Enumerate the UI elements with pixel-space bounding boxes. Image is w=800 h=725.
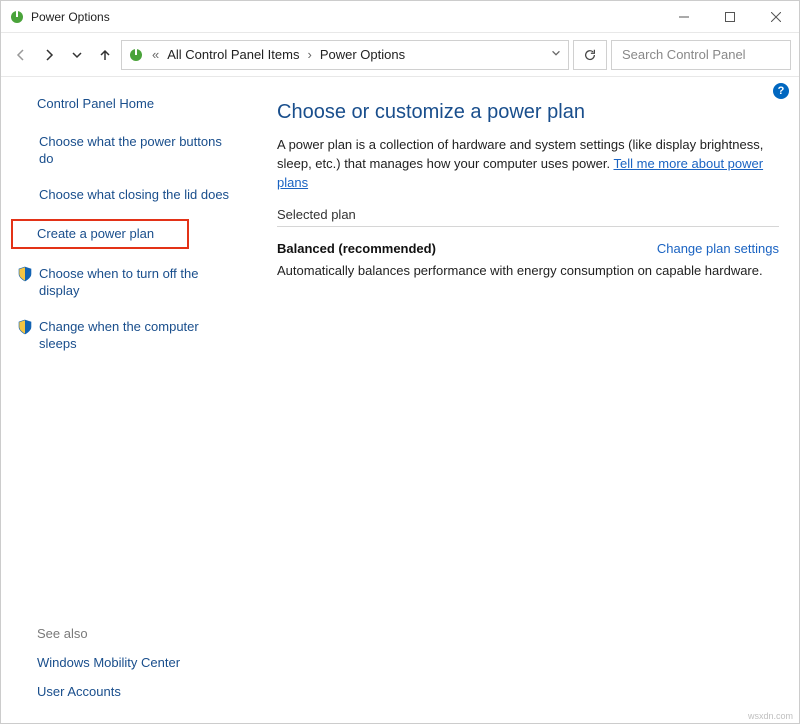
shield-icon [17, 319, 33, 335]
plan-description: Automatically balances performance with … [277, 262, 779, 281]
blank-icon [17, 134, 33, 150]
divider [277, 226, 779, 227]
close-button[interactable] [753, 1, 799, 33]
power-options-icon [128, 47, 144, 63]
plan-row: Balanced (recommended) Change plan setti… [277, 241, 779, 256]
breadcrumb-ellipsis[interactable]: « [148, 47, 163, 62]
see-also-heading: See also [37, 626, 239, 641]
shield-icon [17, 266, 33, 282]
sidebar-item-label: Create a power plan [37, 225, 185, 243]
sidebar-item-label: Choose what closing the lid does [39, 186, 237, 204]
minimize-button[interactable] [661, 1, 707, 33]
search-box[interactable] [611, 40, 791, 70]
page-heading: Choose or customize a power plan [277, 101, 779, 124]
sidebar-item-computer-sleeps[interactable]: Change when the computer sleeps [15, 316, 239, 355]
forward-button[interactable] [37, 41, 61, 69]
watermark: wsxdn.com [748, 711, 793, 721]
search-input[interactable] [620, 46, 800, 63]
blank-icon [17, 187, 33, 203]
help-icon[interactable]: ? [773, 83, 789, 99]
selected-plan-label: Selected plan [277, 207, 779, 222]
back-button[interactable] [9, 41, 33, 69]
change-plan-settings-link[interactable]: Change plan settings [657, 241, 779, 256]
sidebar-item-label: Choose what the power buttons do [39, 133, 237, 168]
control-panel-home-link[interactable]: Control Panel Home [37, 95, 239, 113]
see-also-mobility-center[interactable]: Windows Mobility Center [37, 655, 239, 670]
sidebar-item-turn-off-display[interactable]: Choose when to turn off the display [15, 263, 239, 302]
chevron-right-icon[interactable]: › [303, 47, 315, 62]
breadcrumb-item[interactable]: Power Options [320, 47, 405, 62]
sidebar-item-power-buttons[interactable]: Choose what the power buttons do [15, 131, 239, 170]
chevron-down-icon[interactable] [550, 47, 562, 62]
sidebar-item-closing-lid[interactable]: Choose what closing the lid does [15, 184, 239, 206]
window-title: Power Options [31, 10, 110, 24]
sidebar: Control Panel Home Choose what the power… [1, 77, 249, 725]
page-description: A power plan is a collection of hardware… [277, 136, 779, 193]
blank-icon [15, 226, 31, 242]
address-bar[interactable]: « All Control Panel Items › Power Option… [121, 40, 569, 70]
navbar: « All Control Panel Items › Power Option… [1, 33, 799, 77]
maximize-button[interactable] [707, 1, 753, 33]
sidebar-item-label: Change when the computer sleeps [39, 318, 237, 353]
titlebar: Power Options [1, 1, 799, 33]
sidebar-item-create-plan[interactable]: Create a power plan [11, 219, 189, 249]
breadcrumb-item[interactable]: All Control Panel Items [167, 47, 299, 62]
power-options-icon [9, 9, 25, 25]
refresh-button[interactable] [573, 40, 607, 70]
main-content: ? Choose or customize a power plan A pow… [249, 77, 799, 725]
plan-name: Balanced (recommended) [277, 241, 436, 256]
up-button[interactable] [93, 41, 117, 69]
see-also-section: See also Windows Mobility Center User Ac… [15, 626, 239, 713]
see-also-user-accounts[interactable]: User Accounts [37, 684, 239, 699]
recent-locations-button[interactable] [65, 41, 89, 69]
sidebar-item-label: Choose when to turn off the display [39, 265, 237, 300]
